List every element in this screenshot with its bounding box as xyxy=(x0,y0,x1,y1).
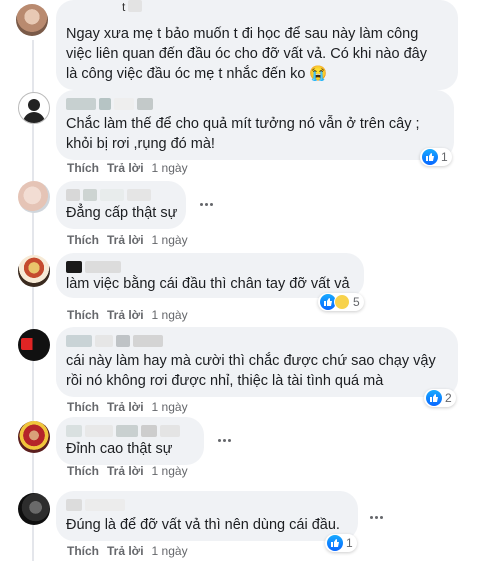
author-name[interactable] xyxy=(66,499,125,511)
avatar[interactable] xyxy=(18,92,50,124)
author-name[interactable] xyxy=(66,425,180,437)
reply-button[interactable]: Trả lời xyxy=(107,233,144,247)
comment-bubble: Đỉnh cao thật sự xyxy=(56,417,204,465)
like-button[interactable]: Thích xyxy=(67,464,99,478)
reply-button[interactable]: Trả lời xyxy=(107,544,144,558)
comment-time[interactable]: 1 ngày xyxy=(152,233,188,247)
comment-text-line: Đỉnh cao thật sự xyxy=(66,441,173,457)
reaction-summary[interactable]: 1 xyxy=(325,534,357,552)
comment-actions: Thích Trả lời 1 ngày xyxy=(67,308,188,322)
avatar[interactable] xyxy=(18,421,50,453)
comment-bubble: Đúng là để đỡ vất vả thì nên dùng cái đầ… xyxy=(56,491,358,541)
comment-time[interactable]: 1 ngày xyxy=(152,400,188,414)
reaction-summary[interactable]: 1 xyxy=(420,148,452,166)
comment-text-line: cái này làm hay mà cười thì chắc được ch… xyxy=(66,353,436,369)
reaction-summary[interactable]: 5 xyxy=(318,293,364,311)
haha-icon xyxy=(334,294,350,310)
reply-button[interactable]: Trả lời xyxy=(107,400,144,414)
comment-text-line: Ngay xưa mẹ t bảo muốn t đi học để sau n… xyxy=(66,26,419,42)
comment-text-line: Đẳng cấp thật sự xyxy=(66,205,178,221)
comment-actions: Thích Trả lời 1 ngày xyxy=(67,464,188,478)
more-options-icon[interactable] xyxy=(200,203,216,207)
avatar[interactable] xyxy=(18,181,50,213)
comment-actions: Thích Trả lời 1 ngày xyxy=(67,161,188,175)
comment-time[interactable]: 1 ngày xyxy=(152,544,188,558)
like-icon xyxy=(426,390,442,406)
author-name[interactable]: t xyxy=(122,0,143,14)
like-button[interactable]: Thích xyxy=(67,308,99,322)
comment-text-line: Chắc làm thế để cho quả mít tưởng nó vẫn… xyxy=(66,116,420,132)
reaction-count: 1 xyxy=(441,150,448,164)
comment-bubble: làm việc bằng cái đầu thì chân tay đỡ vấ… xyxy=(56,253,364,298)
author-name-redacted xyxy=(128,0,143,12)
comment-bubble: cái này làm hay mà cười thì chắc được ch… xyxy=(56,327,458,397)
avatar[interactable] xyxy=(18,493,50,525)
comment-bubble: Chắc làm thế để cho quả mít tưởng nó vẫn… xyxy=(56,90,454,160)
reaction-count: 2 xyxy=(445,391,452,405)
reply-button[interactable]: Trả lời xyxy=(107,161,144,175)
reaction-count: 1 xyxy=(346,536,353,550)
reaction-summary[interactable]: 2 xyxy=(424,389,456,407)
reply-button[interactable]: Trả lời xyxy=(107,464,144,478)
comment-bubble: Đẳng cấp thật sự xyxy=(56,181,186,229)
author-name-text: t xyxy=(122,0,126,14)
like-icon xyxy=(327,535,343,551)
comment-time[interactable]: 1 ngày xyxy=(152,464,188,478)
comment-text-line: khỏi bị rơi ,rụng đó mà! xyxy=(66,136,215,152)
like-button[interactable]: Thích xyxy=(67,544,99,558)
author-name[interactable] xyxy=(66,98,153,110)
author-name[interactable] xyxy=(66,261,121,273)
avatar-default-body xyxy=(23,112,45,123)
comment-text-line: việc liên quan đến đầu óc cho đỡ vất vả.… xyxy=(66,46,427,62)
reaction-count: 5 xyxy=(353,295,360,309)
like-icon xyxy=(422,149,438,165)
avatar[interactable] xyxy=(18,255,50,287)
comment-text-line: làm việc bằng cái đầu thì chân tay đỡ vấ… xyxy=(66,276,350,292)
comment-actions: Thích Trả lời 1 ngày xyxy=(67,400,188,414)
comment-text-line: rồi nó không rơi được nhỉ, thiệc là tài … xyxy=(66,373,384,389)
like-button[interactable]: Thích xyxy=(67,233,99,247)
avatar-default-head xyxy=(28,99,40,111)
comment-text-line: Đúng là để đỡ vất vả thì nên dùng cái đầ… xyxy=(66,517,340,533)
avatar-logo xyxy=(21,338,47,350)
more-options-icon[interactable] xyxy=(370,516,386,520)
comment-actions: Thích Trả lời 1 ngày xyxy=(67,544,188,558)
author-name[interactable] xyxy=(66,189,151,201)
comment-time[interactable]: 1 ngày xyxy=(152,161,188,175)
avatar[interactable] xyxy=(18,329,50,361)
more-options-icon[interactable] xyxy=(218,439,234,443)
avatar[interactable] xyxy=(16,4,48,36)
comment-time[interactable]: 1 ngày xyxy=(152,308,188,322)
like-button[interactable]: Thích xyxy=(67,161,99,175)
comment-text-line: là công việc đầu óc mẹ t nhắc đến ko 😭 xyxy=(66,66,328,82)
reply-button[interactable]: Trả lời xyxy=(107,308,144,322)
author-name[interactable] xyxy=(66,335,163,347)
like-button[interactable]: Thích xyxy=(67,400,99,414)
comment-bubble: t Ngay xưa mẹ t bảo muốn t đi học để sau… xyxy=(56,0,458,90)
comment-actions: Thích Trả lời 1 ngày xyxy=(67,233,188,247)
